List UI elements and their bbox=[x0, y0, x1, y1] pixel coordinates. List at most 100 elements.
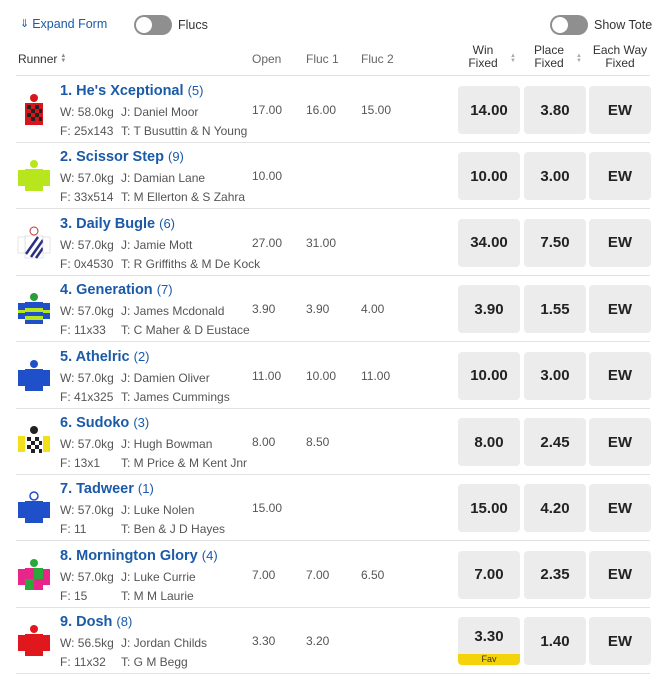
show-tote-toggle[interactable] bbox=[550, 15, 588, 35]
open-price: 17.00 bbox=[252, 103, 283, 117]
each-way-button[interactable]: EW bbox=[589, 617, 651, 666]
toggle-knob bbox=[136, 17, 152, 33]
runner-weight: W: 57.0kg bbox=[60, 304, 114, 319]
runner-form: F: 11x33 bbox=[60, 323, 106, 338]
place-fixed-odds-button[interactable]: 7.50 bbox=[524, 218, 586, 267]
double-chevron-down-icon: ⇓ bbox=[20, 18, 30, 30]
each-way-button[interactable]: EW bbox=[589, 152, 651, 201]
runner-name: 3. Daily Bugle bbox=[60, 215, 156, 232]
place-odds: 3.00 bbox=[540, 167, 570, 185]
open-price: 10.00 bbox=[252, 169, 283, 184]
open-price: 27.00 bbox=[252, 235, 283, 250]
sort-icon: ▲ ▼ bbox=[60, 53, 67, 64]
runner-name: 9. Dosh bbox=[60, 614, 113, 631]
flucs-label: Flucs bbox=[178, 18, 208, 32]
win-odds: 3.90 bbox=[474, 300, 504, 318]
each-way-button[interactable]: EW bbox=[589, 285, 651, 334]
open-price: 7.00 bbox=[252, 567, 276, 582]
win-odds: 7.00 bbox=[474, 566, 504, 584]
sort-icon: ▲ ▼ bbox=[576, 53, 582, 64]
runner-name-link[interactable]: 9. Dosh (8) bbox=[60, 614, 132, 630]
place-fixed-header-label: Place Fixed bbox=[533, 43, 565, 70]
runner-form: F: 11 bbox=[60, 522, 87, 537]
place-fixed-odds-button[interactable]: 1.40 bbox=[524, 617, 586, 666]
place-fixed-sort-header[interactable]: Place Fixed ▲ ▼ bbox=[518, 43, 582, 70]
runner-name-link[interactable]: 7. Tadweer (1) bbox=[60, 481, 154, 497]
fluc1-price: 3.90 bbox=[306, 302, 330, 317]
favourite-badge: Fav bbox=[458, 654, 520, 666]
runners-table-header: Runner ▲ ▼ Open Fluc 1 Fluc 2 Win Fixed ▲… bbox=[16, 44, 650, 76]
place-odds: 1.55 bbox=[540, 300, 570, 318]
runner-trainer: T: M M Laurie bbox=[121, 588, 194, 603]
each-way-label: EW bbox=[607, 632, 633, 650]
place-odds: 3.00 bbox=[540, 367, 570, 385]
flucs-toggle-group: Flucs bbox=[134, 15, 208, 35]
runner-jockey: J: Damien Oliver bbox=[121, 370, 210, 385]
runner-name-link[interactable]: 5. Athelric (2) bbox=[60, 349, 150, 365]
runner-form: F: 11x32 bbox=[60, 655, 106, 670]
runner-name-link[interactable]: 4. Generation (7) bbox=[60, 282, 173, 298]
win-fixed-odds-button[interactable]: 34.00 bbox=[458, 218, 520, 267]
place-fixed-odds-button[interactable]: 3.80 bbox=[524, 86, 586, 134]
runner-sort-header[interactable]: Runner ▲ ▼ bbox=[18, 52, 66, 66]
each-way-button[interactable]: EW bbox=[589, 351, 651, 400]
jockey-silk-icon bbox=[18, 160, 50, 192]
expand-form-link[interactable]: ⇓ Expand Form bbox=[20, 17, 107, 31]
win-fixed-odds-button[interactable]: 10.00 bbox=[458, 152, 520, 201]
runner-weight: W: 57.0kg bbox=[60, 370, 114, 385]
place-fixed-odds-button[interactable]: 4.20 bbox=[524, 484, 586, 533]
runner-weight: W: 57.0kg bbox=[60, 503, 114, 518]
runner-name: 8. Mornington Glory bbox=[60, 547, 198, 564]
each-way-button[interactable]: EW bbox=[589, 218, 651, 267]
win-fixed-odds-button[interactable]: 10.00 bbox=[458, 351, 520, 400]
place-fixed-odds-button[interactable]: 2.35 bbox=[524, 550, 586, 599]
flucs-toggle[interactable] bbox=[134, 15, 172, 35]
win-fixed-odds-button[interactable]: 14.00 bbox=[458, 86, 520, 134]
runner-row: 1. He's Xceptional (5) W: 58.0kg J: Dani… bbox=[16, 77, 651, 143]
each-way-button[interactable]: EW bbox=[589, 550, 651, 599]
runner-name-link[interactable]: 1. He's Xceptional (5) bbox=[60, 83, 203, 99]
place-fixed-odds-button[interactable]: 3.00 bbox=[524, 152, 586, 201]
win-fixed-odds-button[interactable]: 8.00 bbox=[458, 418, 520, 466]
win-odds: 10.00 bbox=[470, 167, 508, 185]
runner-name-link[interactable]: 8. Mornington Glory (4) bbox=[60, 548, 218, 564]
runner-name-link[interactable]: 2. Scissor Step (9) bbox=[60, 149, 184, 165]
each-way-button[interactable]: EW bbox=[589, 418, 651, 466]
runner-name: 7. Tadweer bbox=[60, 481, 134, 498]
show-tote-label: Show Tote bbox=[594, 18, 653, 32]
runner-form: F: 13x1 bbox=[60, 456, 101, 470]
fluc1-price: 7.00 bbox=[306, 567, 330, 582]
open-header: Open bbox=[252, 52, 282, 66]
each-way-label: EW bbox=[607, 499, 633, 517]
fluc2-price: 6.50 bbox=[361, 567, 385, 582]
runner-jockey: J: Hugh Bowman bbox=[121, 437, 213, 451]
runner-weight: W: 57.0kg bbox=[60, 171, 114, 186]
each-way-label: EW bbox=[607, 367, 633, 385]
each-way-button[interactable]: EW bbox=[589, 484, 651, 533]
barrier-number: (6) bbox=[159, 215, 176, 231]
runner-form: F: 15 bbox=[60, 588, 88, 603]
place-odds: 2.45 bbox=[540, 433, 570, 451]
runner-name-link[interactable]: 3. Daily Bugle (6) bbox=[60, 216, 175, 232]
place-fixed-odds-button[interactable]: 1.55 bbox=[524, 285, 586, 334]
each-way-fixed-header-label: Each Way Fixed bbox=[592, 43, 648, 70]
win-fixed-sort-header[interactable]: Win Fixed ▲ ▼ bbox=[452, 44, 516, 70]
runner-header-label: Runner bbox=[18, 52, 58, 66]
runner-form: F: 25x143 bbox=[60, 124, 114, 138]
barrier-number: (5) bbox=[187, 83, 204, 98]
each-way-label: EW bbox=[607, 167, 633, 185]
win-fixed-odds-button[interactable]: 3.90 bbox=[458, 285, 520, 334]
open-price: 11.00 bbox=[252, 368, 282, 383]
win-fixed-odds-button[interactable]: 3.30 Fav bbox=[458, 617, 520, 666]
jockey-silk-icon bbox=[18, 491, 50, 524]
win-fixed-odds-button[interactable]: 7.00 bbox=[458, 550, 520, 599]
runner-trainer: T: R Griffiths & M De Kock bbox=[121, 256, 261, 271]
runner-name-link[interactable]: 6. Sudoko (3) bbox=[60, 415, 149, 431]
place-fixed-odds-button[interactable]: 3.00 bbox=[524, 351, 586, 400]
runner-name: 2. Scissor Step bbox=[60, 149, 164, 166]
win-fixed-odds-button[interactable]: 15.00 bbox=[458, 484, 520, 533]
each-way-button[interactable]: EW bbox=[589, 86, 651, 134]
fluc2-price: 15.00 bbox=[361, 103, 392, 117]
each-way-label: EW bbox=[607, 433, 633, 451]
place-fixed-odds-button[interactable]: 2.45 bbox=[524, 418, 586, 466]
